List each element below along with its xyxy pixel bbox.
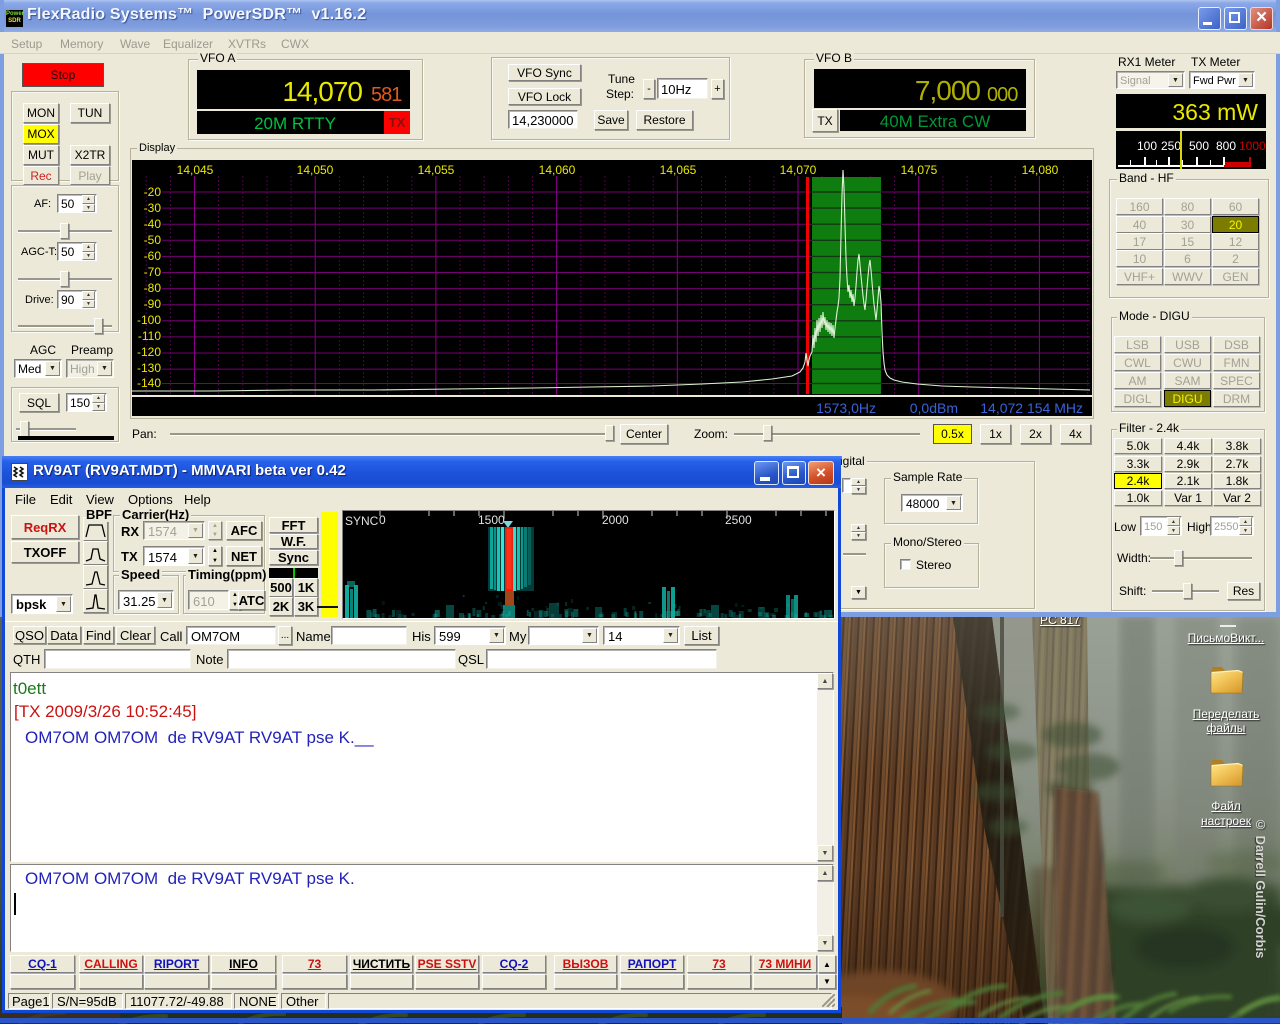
svg-text:-20: -20 (144, 185, 162, 199)
svg-text:-40: -40 (144, 217, 162, 231)
svg-text:2500: 2500 (725, 513, 752, 527)
svg-text:-50: -50 (144, 233, 162, 247)
svg-text:14,070: 14,070 (780, 163, 817, 177)
svg-text:-110: -110 (138, 329, 161, 343)
svg-text:-90: -90 (144, 297, 162, 311)
svg-text:-70: -70 (144, 265, 162, 279)
svg-text:-140: -140 (137, 376, 161, 390)
svg-text:SYNC: SYNC (345, 514, 379, 528)
svg-text:14,060: 14,060 (539, 163, 576, 177)
svg-text:14,065: 14,065 (660, 163, 697, 177)
svg-text:14,080: 14,080 (1022, 163, 1059, 177)
svg-text:14,055: 14,055 (418, 163, 455, 177)
svg-text:-80: -80 (144, 281, 162, 295)
svg-text:14,045: 14,045 (177, 163, 214, 177)
svg-text:2000: 2000 (602, 513, 629, 527)
svg-text:1500: 1500 (478, 513, 505, 527)
svg-text:14,075: 14,075 (901, 163, 938, 177)
svg-text:-30: -30 (144, 201, 162, 215)
svg-text:-100: -100 (137, 313, 161, 327)
svg-text:-120: -120 (137, 345, 161, 359)
svg-text:-130: -130 (137, 361, 161, 375)
svg-text:14,050: 14,050 (297, 163, 334, 177)
svg-text:-60: -60 (144, 249, 162, 263)
